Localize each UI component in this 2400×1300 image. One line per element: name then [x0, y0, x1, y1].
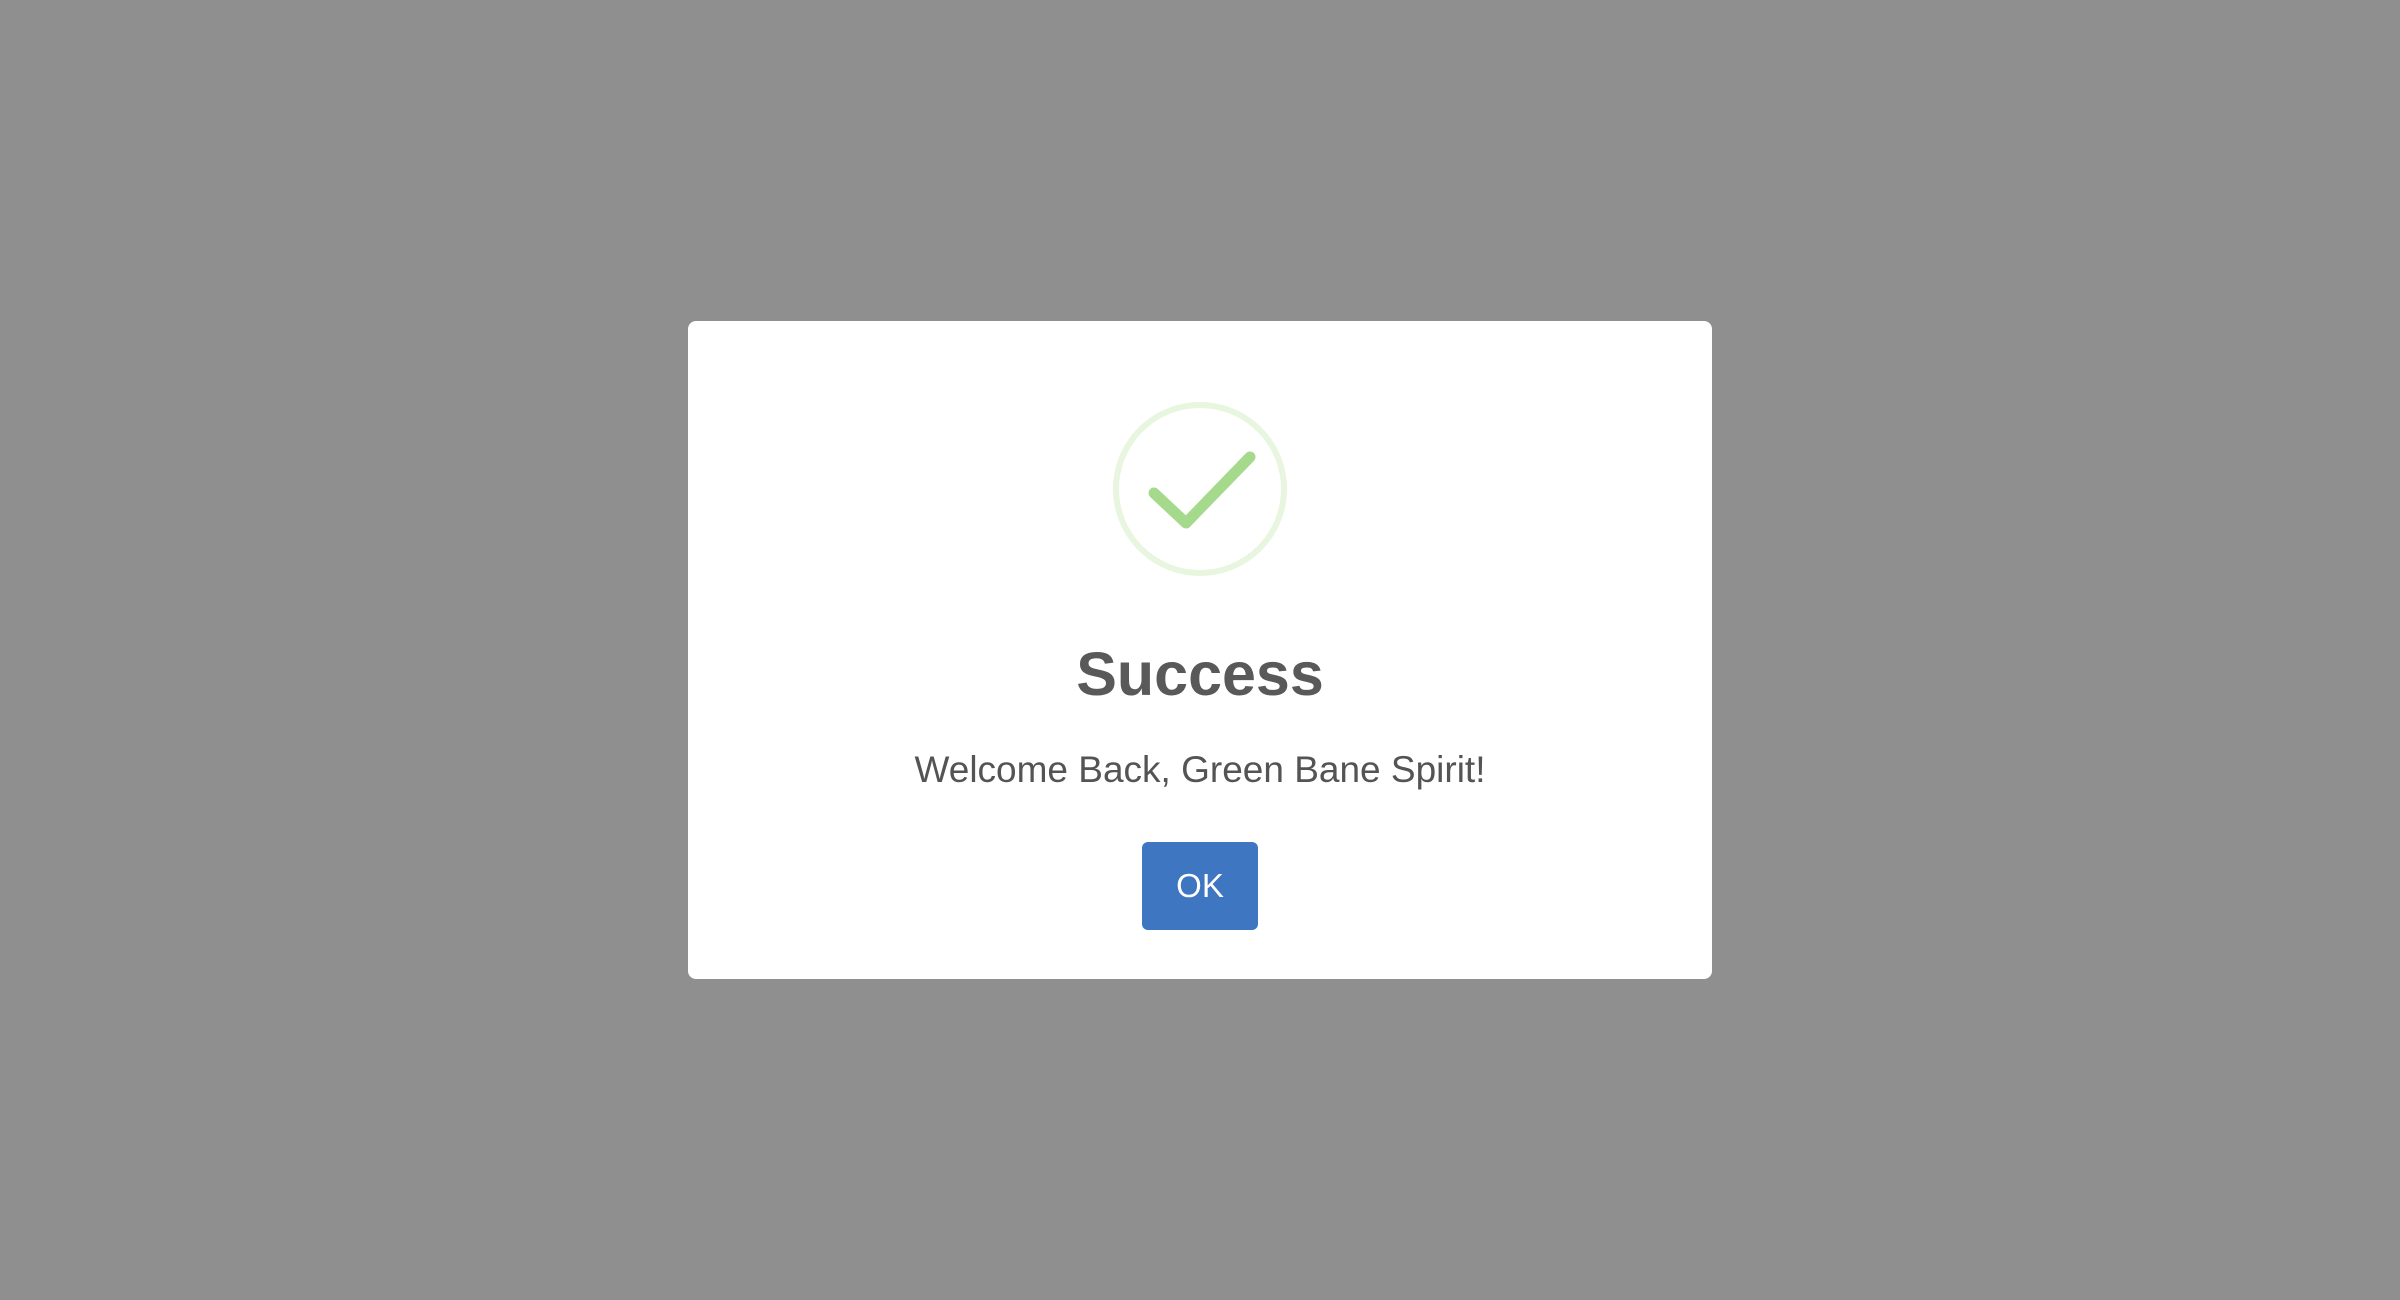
dialog-message: Welcome Back, Green Bane Spirit! — [914, 749, 1486, 790]
dialog-title: Success — [1076, 640, 1324, 708]
ok-button[interactable]: OK — [1142, 842, 1258, 930]
success-check-icon — [1112, 401, 1288, 577]
success-dialog: Success Welcome Back, Green Bane Spirit!… — [688, 321, 1712, 979]
